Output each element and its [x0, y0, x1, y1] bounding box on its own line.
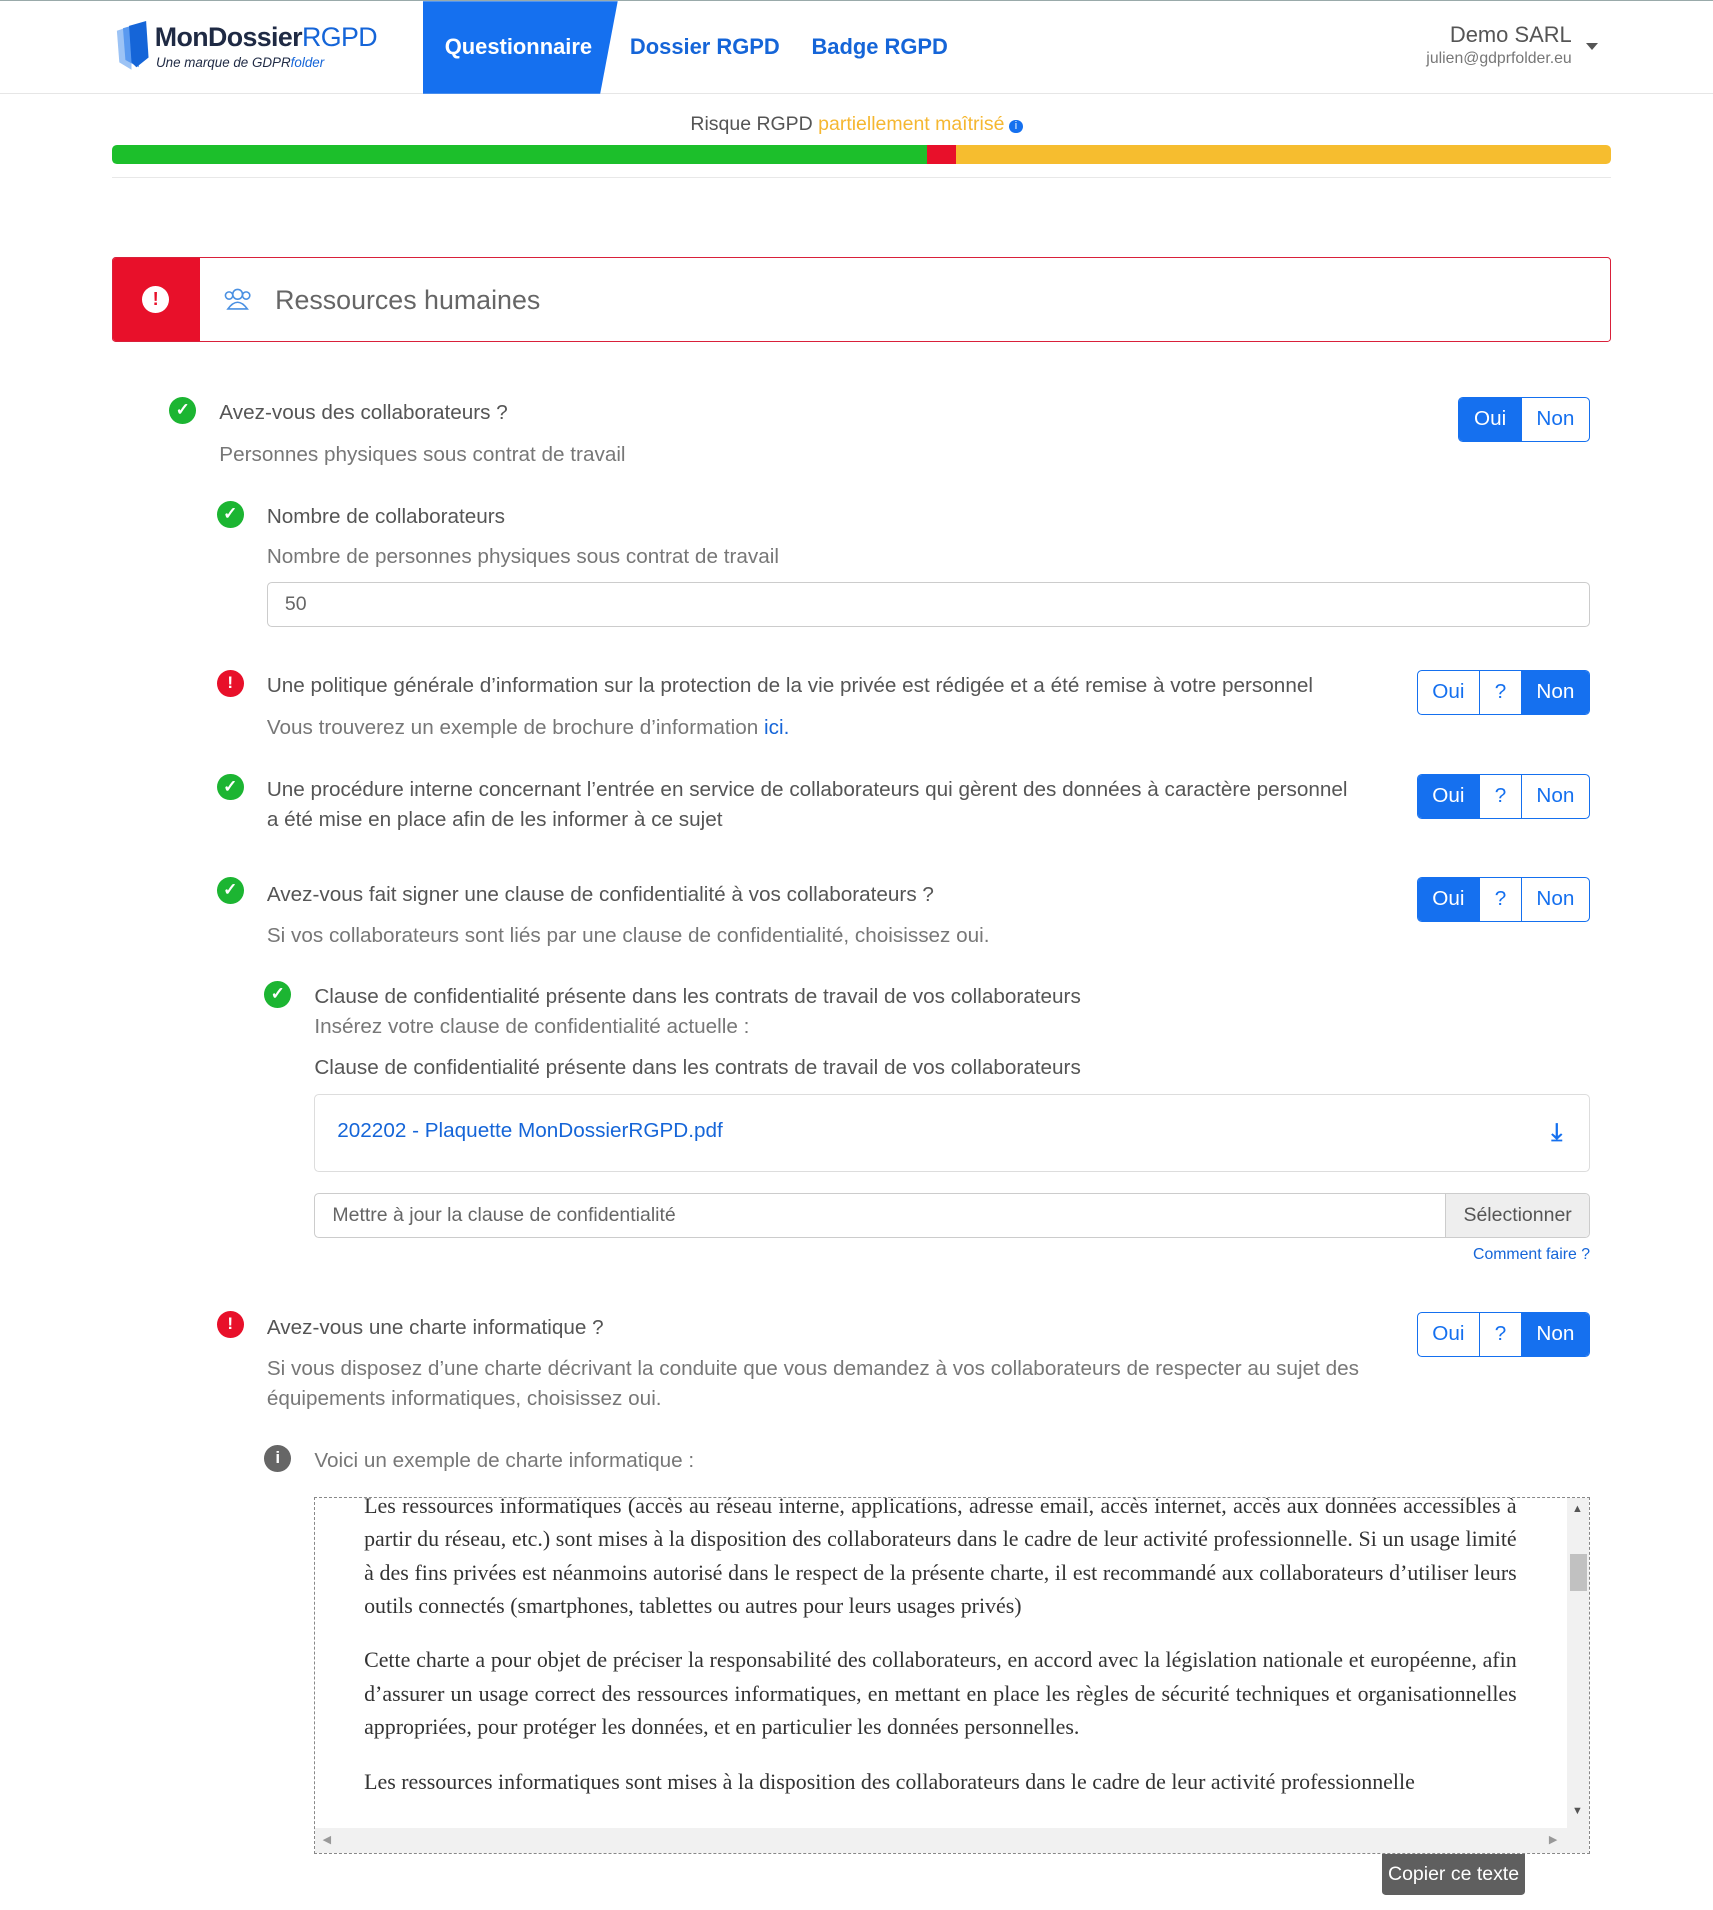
download-icon[interactable]: ⤓: [1551, 1119, 1562, 1147]
question-hint: Nombre de personnes physiques sous contr…: [266, 545, 779, 569]
answer-non[interactable]: Non: [1520, 1313, 1590, 1357]
answer-unknown[interactable]: ?: [1479, 878, 1521, 922]
user-email: julien@gdprfolder.eu: [1426, 50, 1572, 68]
charter-paragraph: Cette charte a pour objet de préciser la…: [364, 1647, 1517, 1740]
question-label: Clause de confidentialité présente dans …: [314, 985, 1081, 1009]
answer-non[interactable]: Non: [1520, 398, 1589, 442]
question-label: Avez-vous des collaborateurs ?: [219, 401, 508, 425]
vertical-scrollbar[interactable]: ▲ ▼: [1567, 1498, 1589, 1830]
horizontal-scrollbar[interactable]: ◀ ▶: [315, 1827, 1589, 1854]
answer-group: Oui ? Non: [1416, 773, 1591, 819]
file-link[interactable]: 202202 - Plaquette MonDossierRGPD.pdf: [337, 1119, 723, 1143]
select-file-button[interactable]: Sélectionner: [1445, 1193, 1589, 1237]
risk-prefix: Risque RGPD: [690, 113, 813, 136]
answer-group: Oui ? Non: [1416, 670, 1591, 716]
question-label: Une politique générale d’information sur…: [266, 674, 1313, 698]
answer-group: Oui ? Non: [1416, 1312, 1591, 1358]
hint-text: Vous trouverez un exemple de brochure d’…: [266, 715, 764, 739]
check-icon: ✓: [216, 773, 244, 801]
help-link[interactable]: Comment faire ?: [1473, 1246, 1590, 1264]
risk-label: Risque RGPD partiellement maîtrisé i: [0, 113, 1713, 136]
exclamation-icon: !: [216, 670, 244, 697]
answer-non[interactable]: Non: [1520, 671, 1590, 715]
question-hint: Personnes physiques sous contrat de trav…: [219, 442, 626, 466]
question-hint: Vous trouverez un exemple de brochure d’…: [267, 713, 790, 743]
collaborators-count-input[interactable]: 50: [266, 582, 1590, 628]
file-label: Clause de confidentialité présente dans …: [314, 1055, 1081, 1079]
logo-part1: MonDossier: [154, 21, 303, 52]
section-status: !: [113, 258, 200, 342]
answer-unknown[interactable]: ?: [1479, 671, 1521, 715]
scroll-down-icon[interactable]: ▼: [1572, 1805, 1583, 1817]
answer-oui[interactable]: Oui: [1459, 398, 1521, 442]
check-icon: ✓: [169, 397, 197, 424]
answer-unknown[interactable]: ?: [1479, 774, 1521, 818]
section-title: Ressources humaines: [275, 284, 541, 315]
answer-oui[interactable]: Oui: [1417, 878, 1480, 922]
answer-group: Oui ? Non: [1416, 877, 1591, 923]
answer-oui[interactable]: Oui: [1418, 671, 1479, 714]
answer-oui[interactable]: Oui: [1418, 1313, 1479, 1356]
nav-questionnaire[interactable]: Questionnaire: [422, 1, 618, 94]
question-hint: Si vous disposez d’une charte décrivant …: [266, 1356, 1359, 1411]
answer-unknown[interactable]: ?: [1479, 1313, 1521, 1357]
section-header[interactable]: ! Ressources humaines: [112, 257, 1611, 343]
upload-placeholder: Mettre à jour la clause de confidentiali…: [332, 1203, 676, 1226]
users-icon: [224, 288, 251, 311]
logo-icon: [116, 20, 149, 70]
question-label: Avez-vous une charte informatique ?: [266, 1316, 604, 1340]
risk-status: partiellement maîtrisé: [818, 113, 1005, 136]
question-label: Une procédure interne concernant l’entré…: [266, 777, 1348, 832]
answer-non[interactable]: Non: [1520, 878, 1589, 922]
question-label: Avez-vous fait signer une clause de conf…: [266, 882, 934, 906]
logo-tagline: Une marque de GDPRfolder: [156, 55, 324, 70]
file-upload-input[interactable]: Mettre à jour la clause de confidentiali…: [314, 1192, 1590, 1238]
info-icon: i: [264, 1445, 292, 1472]
info-icon[interactable]: i: [1009, 120, 1023, 134]
scroll-up-icon[interactable]: ▲: [1572, 1503, 1583, 1515]
logo-text[interactable]: MonDossierRGPD: [154, 21, 378, 53]
company-name: Demo SARL: [1449, 21, 1572, 47]
check-icon: ✓: [216, 500, 244, 528]
uploaded-file: 202202 - Plaquette MonDossierRGPD.pdf ⤓: [314, 1094, 1590, 1173]
example-label: Voici un exemple de charte informatique …: [314, 1449, 695, 1473]
scroll-right-icon[interactable]: ▶: [1549, 1833, 1557, 1846]
question-hint: Insérez votre clause de confidentialité …: [314, 1015, 750, 1039]
exclamation-icon: !: [142, 286, 170, 313]
charter-text: Les ressources informatiques (accès au r…: [364, 1497, 1517, 1818]
check-icon: ✓: [264, 980, 292, 1008]
logo-part2: RGPD: [302, 21, 378, 52]
nav-badge-rgpd[interactable]: Badge RGPD: [811, 34, 947, 60]
risk-segment-0: [112, 144, 928, 165]
caret-down-icon[interactable]: [1586, 42, 1599, 50]
tagline-prefix: Une marque de GDPR: [155, 54, 291, 70]
risk-segment-2: [955, 144, 1611, 165]
divider: [112, 176, 1611, 178]
risk-progress-bar: [112, 144, 1611, 165]
hint-end: .: [783, 715, 790, 739]
answer-non[interactable]: Non: [1520, 774, 1589, 818]
check-icon: ✓: [216, 877, 244, 905]
risk-segment-1: [927, 144, 956, 165]
scroll-thumb[interactable]: [1569, 1554, 1587, 1591]
answer-oui[interactable]: Oui: [1417, 774, 1480, 818]
copy-text-button[interactable]: Copier ce texte: [1381, 1854, 1526, 1895]
charter-paragraph: Les ressources informatiques (accès au r…: [364, 1497, 1517, 1619]
tagline-suffix: folder: [290, 54, 325, 70]
exclamation-icon: !: [216, 1310, 244, 1338]
answer-group: Oui Non: [1458, 397, 1591, 443]
example-charter-textbox[interactable]: Les ressources informatiques (accès au r…: [314, 1497, 1590, 1855]
nav-dossier-rgpd[interactable]: Dossier RGPD: [630, 34, 780, 60]
user-menu[interactable]: Demo SARL julien@gdprfolder.eu: [1426, 22, 1571, 68]
charter-paragraph: Les ressources informatiques sont mises …: [364, 1768, 1415, 1794]
question-hint: Si vos collaborateurs sont liés par une …: [266, 924, 990, 948]
scroll-left-icon[interactable]: ◀: [323, 1833, 331, 1846]
question-label: Nombre de collaborateurs: [266, 504, 506, 528]
brochure-link[interactable]: ici: [764, 716, 784, 739]
